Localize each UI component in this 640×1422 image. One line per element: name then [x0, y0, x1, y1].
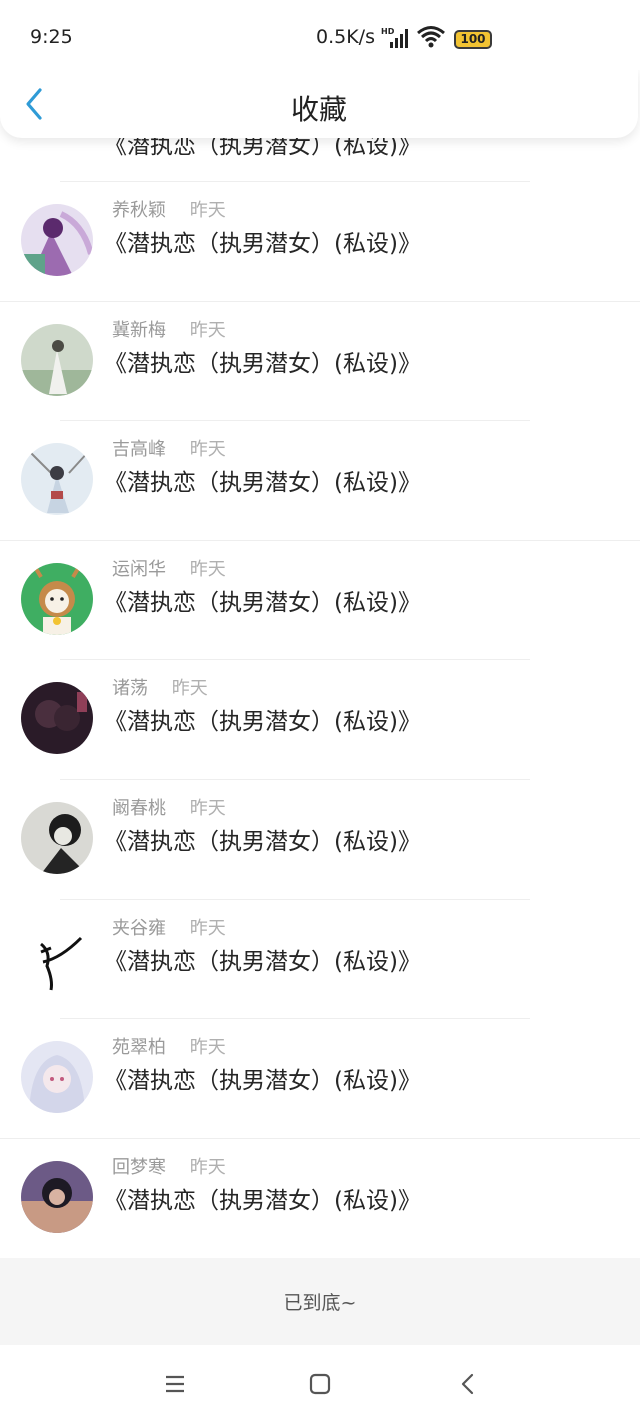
item-title: 《潜执恋（执男潜女）(私设)》	[104, 470, 421, 497]
item-title: 《潜执恋（执男潜女）(私设)》	[104, 1068, 421, 1095]
avatar[interactable]	[21, 921, 93, 994]
author-name: 冀新梅	[112, 319, 166, 341]
author-name: 养秋颖	[112, 200, 166, 221]
avatar[interactable]	[21, 682, 93, 755]
battery-indicator: 100	[454, 30, 492, 49]
timestamp: 昨天	[189, 558, 226, 580]
status-time: 9:25	[30, 26, 73, 48]
wifi-icon	[417, 26, 445, 48]
item-title: 《潜执恋（执男潜女）(私设)》	[104, 948, 421, 975]
timestamp: 昨天	[189, 1156, 226, 1178]
avatar[interactable]	[21, 801, 93, 874]
list-item[interactable]: 回梦寒 昨天 《潜执恋（执男潜女）(私设)》	[0, 1139, 640, 1259]
author-name: 运闲华	[112, 558, 166, 580]
end-of-list: 已到底~	[0, 1258, 640, 1345]
system-nav-bar	[0, 1345, 640, 1422]
page-title: 收藏	[290, 93, 347, 126]
timestamp: 昨天	[189, 797, 226, 819]
timestamp: 昨天	[189, 200, 226, 221]
back-nav-icon[interactable]	[455, 1371, 481, 1397]
author-name: 吉高峰	[112, 439, 166, 461]
list-item[interactable]: 吉高峰 昨天 《潜执恋（执男潜女）(私设)》	[0, 421, 640, 541]
avatar[interactable]	[21, 204, 93, 276]
avatar[interactable]	[21, 1041, 93, 1114]
avatar[interactable]	[21, 562, 93, 635]
timestamp: 昨天	[171, 678, 208, 700]
timestamp: 昨天	[189, 319, 226, 341]
avatar[interactable]	[21, 1160, 93, 1233]
timestamp: 昨天	[189, 1037, 226, 1059]
author-name: 回梦寒	[112, 1156, 166, 1178]
list-item[interactable]: 夹谷雍 昨天 《潜执恋（执男潜女）(私设)》	[0, 900, 640, 1020]
item-title: 《潜执恋（执男潜女）(私设)》	[104, 350, 421, 377]
list-item[interactable]: 阚春桃 昨天 《潜执恋（执男潜女）(私设)》	[0, 780, 640, 900]
list-item[interactable]: 诸荡 昨天 《潜执恋（执男潜女）(私设)》	[0, 660, 640, 780]
timestamp: 昨天	[189, 917, 226, 939]
author-name: 苑翠柏	[112, 1037, 166, 1059]
author-name: 阚春桃	[112, 797, 166, 819]
item-title: 《潜执恋（执男潜女）(私设)》	[104, 231, 421, 257]
avatar[interactable]	[21, 443, 93, 516]
menu-icon[interactable]	[162, 1371, 188, 1397]
item-title: 《潜执恋（执男潜女）(私设)》	[104, 589, 421, 616]
item-title: 《潜执恋（执男潜女）(私设)》	[104, 1187, 421, 1214]
author-name: 夹谷雍	[112, 917, 166, 939]
list-item[interactable]: 苑翠柏 昨天 《潜执恋（执男潜女）(私设)》	[0, 1019, 640, 1139]
item-title: 《潜执恋（执男潜女）(私设)》	[104, 709, 421, 736]
list-item[interactable]: 运闲华 昨天 《潜执恋（执男潜女）(私设)》	[0, 541, 640, 661]
item-title: 《潜执恋（执男潜女）(私设)》	[104, 828, 421, 855]
home-square-icon[interactable]	[307, 1371, 333, 1397]
avatar[interactable]	[21, 323, 93, 396]
signal-icon: HD	[381, 27, 408, 48]
timestamp: 昨天	[189, 439, 226, 461]
author-name: 诸荡	[112, 678, 148, 700]
nav-header: 收藏	[0, 68, 638, 138]
list-item[interactable]: 养秋颖 昨天 《潜执恋（执男潜女）(私设)》	[0, 182, 640, 302]
signal-hd-label: HD	[381, 27, 395, 36]
favorites-list: 《潜执恋（执男潜女）(私设)》 养秋颖 昨天 《潜执恋（执男潜女）(私设)》 冀…	[0, 48, 640, 1259]
status-bar: 9:25 0.5K/s HD 100	[0, 0, 640, 70]
list-item[interactable]: 冀新梅 昨天 《潜执恋（执男潜女）(私设)》	[0, 302, 640, 422]
network-speed: 0.5K/s	[316, 26, 375, 48]
